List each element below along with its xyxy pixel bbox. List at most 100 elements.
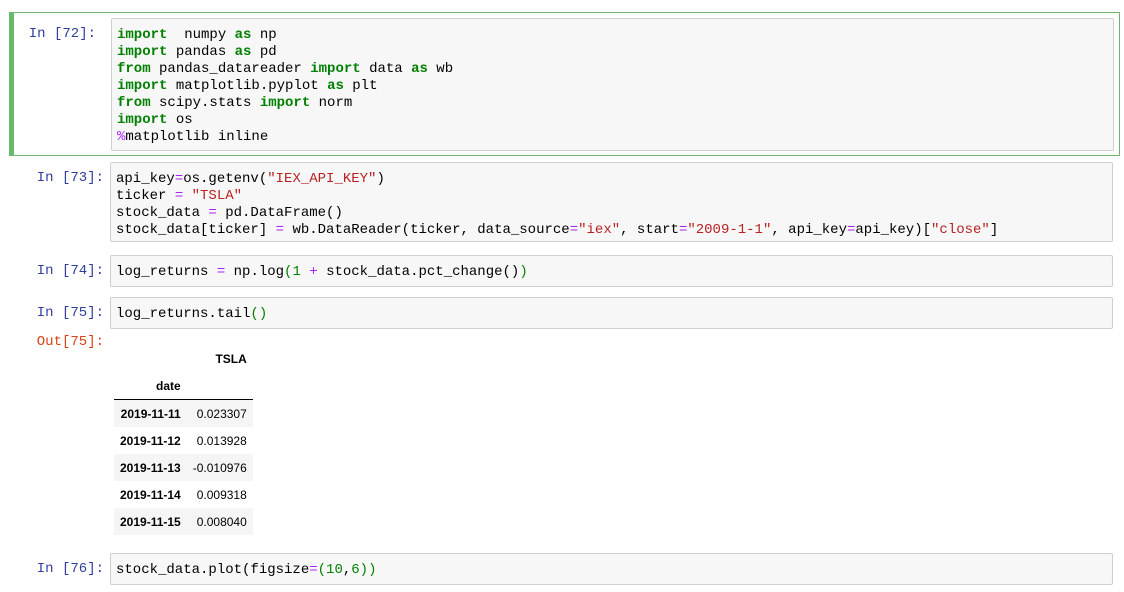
table-row: 2019-11-14 0.009318 bbox=[114, 481, 253, 508]
code-token: np.log bbox=[225, 264, 285, 280]
code-cell-74[interactable]: In [74]: log_returns = np.log(1 + stock_… bbox=[9, 253, 1118, 287]
code-token: = bbox=[309, 562, 318, 578]
table-row: 2019-11-13 -0.010976 bbox=[114, 454, 253, 481]
code-token: api_key)[ bbox=[855, 222, 932, 238]
input-prompt: In [75]: bbox=[36, 305, 104, 321]
code-line: import pandas as pd bbox=[117, 44, 1108, 61]
code-token: from bbox=[117, 95, 151, 111]
code-cell-72[interactable]: In [72]: import numpy as np import pandas… bbox=[9, 12, 1120, 156]
code-token: "TSLA" bbox=[191, 188, 243, 204]
code-token: "2009-1-1" bbox=[687, 222, 772, 238]
code-token: "close" bbox=[931, 222, 990, 238]
code-token: = bbox=[569, 222, 579, 238]
code-token: as bbox=[327, 78, 344, 94]
table-row: 2019-11-12 0.013928 bbox=[114, 427, 253, 454]
row-index: 2019-11-12 bbox=[120, 433, 181, 448]
code-token: stock_data bbox=[116, 205, 209, 221]
code-token: )) bbox=[359, 562, 377, 578]
code-line: import os bbox=[117, 112, 1108, 129]
code-token: import bbox=[117, 27, 168, 43]
code-input[interactable]: import numpy as np import pandas as pd fro… bbox=[111, 18, 1114, 151]
row-value: 0.009318 bbox=[196, 487, 247, 502]
code-token: 10 bbox=[326, 562, 343, 578]
code-input[interactable]: log_returns = np.log(1 + stock_data.pct_… bbox=[110, 255, 1113, 287]
table-row: 2019-11-15 0.008040 bbox=[114, 508, 253, 535]
code-token: = bbox=[216, 264, 226, 280]
column-header: TSLA bbox=[215, 351, 247, 366]
code-token: ticker bbox=[116, 188, 175, 204]
code-token: = bbox=[208, 205, 217, 221]
code-token: scipy.stats bbox=[150, 95, 260, 111]
code-token: stock_data.pct_change() bbox=[317, 264, 520, 280]
code-token: plt bbox=[343, 78, 378, 94]
index-name: date bbox=[114, 372, 187, 400]
code-token: api_key bbox=[116, 171, 175, 187]
code-input[interactable]: log_returns.tail() bbox=[110, 297, 1113, 329]
code-token: pandas bbox=[167, 44, 235, 60]
code-token: , api_key bbox=[771, 222, 847, 238]
code-token: "iex" bbox=[578, 222, 621, 238]
code-token: ] bbox=[989, 222, 999, 238]
input-prompt: In [73]: bbox=[36, 170, 104, 186]
code-token: np bbox=[251, 27, 277, 43]
code-token: os.getenv( bbox=[183, 171, 268, 187]
code-token: ) bbox=[519, 264, 528, 280]
code-input[interactable]: api_key=os.getenv("IEX_API_KEY") ticker =… bbox=[110, 162, 1113, 242]
code-line: api_key=os.getenv("IEX_API_KEY") bbox=[116, 171, 1107, 188]
code-token: stock_data.plot(figsize bbox=[116, 562, 310, 578]
code-token: 6 bbox=[351, 562, 360, 578]
code-token: = bbox=[174, 188, 184, 204]
code-token: pd.DataFrame() bbox=[216, 205, 343, 221]
dataframe-output: TSLA date 2019-11-11 0.023307 2019-11-12 0… bbox=[114, 345, 253, 535]
code-token: as bbox=[411, 61, 428, 77]
row-index: 2019-11-11 bbox=[120, 406, 181, 421]
code-token: ) bbox=[376, 171, 385, 187]
code-line: %matplotlib inline bbox=[117, 129, 1108, 146]
row-index: 2019-11-15 bbox=[120, 514, 181, 529]
code-line: stock_data[ticker] = wb.DataReader(ticke… bbox=[116, 222, 1107, 239]
row-value: 0.008040 bbox=[196, 514, 247, 529]
code-token: "IEX_API_KEY" bbox=[267, 171, 377, 187]
code-token: wb bbox=[427, 61, 454, 77]
code-token: , start bbox=[620, 222, 679, 238]
code-line: stock_data = pd.DataFrame() bbox=[116, 205, 1107, 222]
code-line: log_returns.tail() bbox=[116, 306, 1107, 323]
code-token: wb.DataReader(ticker, data_source bbox=[284, 222, 570, 238]
code-cell-76[interactable]: In [76]: stock_data.plot(figsize=(10,6)) bbox=[9, 551, 1118, 585]
code-token: , bbox=[342, 562, 352, 578]
row-index: 2019-11-13 bbox=[120, 460, 181, 475]
code-input[interactable]: stock_data.plot(figsize=(10,6)) bbox=[110, 553, 1113, 585]
code-line: ticker = "TSLA" bbox=[116, 188, 1107, 205]
code-line: stock_data.plot(figsize=(10,6)) bbox=[116, 562, 1107, 579]
code-token: as bbox=[234, 27, 252, 43]
row-value: 0.023307 bbox=[196, 406, 247, 421]
input-prompt: In [74]: bbox=[36, 263, 104, 279]
code-token: 1 bbox=[292, 264, 301, 280]
code-line: from scipy.stats import norm bbox=[117, 95, 1108, 112]
index-header-blank bbox=[114, 345, 187, 372]
code-token: os bbox=[167, 112, 193, 128]
row-value: 0.013928 bbox=[196, 433, 247, 448]
code-token: as bbox=[234, 44, 252, 60]
code-token: log_returns bbox=[116, 264, 217, 280]
code-token: numpy bbox=[167, 27, 235, 43]
code-token: stock_data[ticker] bbox=[116, 222, 276, 238]
code-token: log_returns.tail bbox=[116, 306, 251, 322]
code-token: pd bbox=[251, 44, 277, 60]
code-cell-73[interactable]: In [73]: api_key=os.getenv("IEX_API_KEY"… bbox=[9, 160, 1118, 243]
code-line: import matplotlib.pyplot as plt bbox=[117, 78, 1108, 95]
index-name-spacer bbox=[186, 372, 253, 400]
code-token: = bbox=[174, 171, 184, 187]
code-token: import bbox=[117, 44, 168, 60]
table-row: 2019-11-11 0.023307 bbox=[114, 399, 253, 427]
code-token: pandas_datareader bbox=[150, 61, 311, 77]
row-index: 2019-11-14 bbox=[120, 487, 181, 502]
input-prompt: In [72]: bbox=[28, 26, 96, 42]
input-prompt: In [76]: bbox=[36, 561, 104, 577]
code-token: data bbox=[360, 61, 412, 77]
code-token: = bbox=[275, 222, 285, 238]
row-value: -0.010976 bbox=[192, 460, 247, 475]
code-token: import bbox=[310, 61, 361, 77]
output-prompt: Out[75]: bbox=[36, 334, 104, 350]
